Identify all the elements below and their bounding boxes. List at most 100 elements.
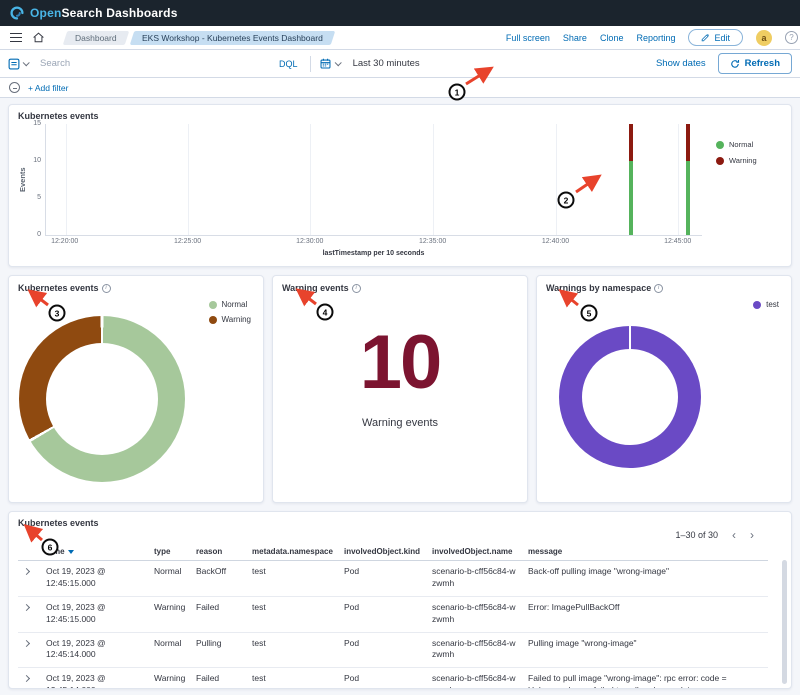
legend-item-test[interactable]: test <box>753 300 779 309</box>
home-icon[interactable] <box>32 31 45 44</box>
nav-link-full-screen[interactable]: Full screen <box>506 33 550 43</box>
chevron-down-icon <box>23 59 30 66</box>
filter-options-icon[interactable] <box>9 82 20 93</box>
cell-time: Oct 19, 2023 @ 12:45:14.000 <box>40 668 148 689</box>
panel-kubernetes-events-donut: Kubernetes events i NormalWarning <box>8 275 264 503</box>
query-language-button[interactable]: DQL <box>267 59 310 69</box>
pagination-prev-icon[interactable]: ‹ <box>732 529 736 541</box>
table-row: Oct 19, 2023 @ 12:45:14.000NormalPulling… <box>18 632 768 668</box>
column-header-metadata-namespace[interactable]: metadata.namespace <box>246 544 338 561</box>
avatar[interactable]: a <box>756 30 772 46</box>
cell-reason: BackOff <box>190 561 246 597</box>
nav-bar: Dashboard EKS Workshop - Kubernetes Even… <box>0 26 800 50</box>
cell-time: Oct 19, 2023 @ 12:45:14.000 <box>40 632 148 668</box>
add-filter-button[interactable]: + Add filter <box>28 83 68 93</box>
column-header-type[interactable]: type <box>148 544 190 561</box>
cell-namespace: test <box>246 668 338 689</box>
y-axis-tick-label: 5 <box>37 194 41 201</box>
info-icon[interactable]: i <box>102 284 111 293</box>
cell-name: scenario-b-cff56c84-wzwmh <box>426 632 522 668</box>
events-donut-chart[interactable] <box>19 316 185 482</box>
expand-row-icon[interactable] <box>23 675 30 682</box>
time-range-value[interactable]: Last 30 minutes <box>353 58 420 69</box>
cell-name: scenario-b-cff56c84-wzwmh <box>426 668 522 689</box>
table-row: Oct 19, 2023 @ 12:45:15.000WarningFailed… <box>18 596 768 632</box>
column-header-message[interactable]: message <box>522 544 768 561</box>
x-axis-tick-label: 12:20:00 <box>51 238 78 245</box>
x-axis-ticks: 12:20:0012:25:0012:30:0012:35:0012:40:00… <box>45 238 702 249</box>
namespace-donut-legend: test <box>753 300 779 309</box>
pagination: 1–30 of 30 ‹ › <box>18 529 754 541</box>
stacked-bar[interactable] <box>686 124 690 235</box>
query-bar: Search DQL Last 30 minutes Show dates Re… <box>0 50 800 78</box>
cell-reason: Failed <box>190 596 246 632</box>
saved-query-icon <box>8 58 20 70</box>
legend-item-normal[interactable]: Normal <box>716 140 782 149</box>
search-input[interactable]: Search <box>40 58 70 69</box>
breadcrumb-current-dashboard[interactable]: EKS Workshop - Kubernetes Events Dashboa… <box>129 31 334 45</box>
table-header-row: Timetypereasonmetadata.namespaceinvolved… <box>18 544 768 561</box>
legend-item-normal[interactable]: Normal <box>209 300 252 309</box>
panel-warning-events-metric: Warning events i 10 Warning events <box>272 275 528 503</box>
x-axis-tick-label: 12:25:00 <box>174 238 201 245</box>
cell-namespace: test <box>246 632 338 668</box>
edit-button[interactable]: Edit <box>688 29 743 46</box>
legend-dot <box>753 301 761 309</box>
x-axis-tick-label: 12:45:00 <box>664 238 691 245</box>
panel-title: Warning events <box>282 283 349 293</box>
x-axis-tick-label: 12:35:00 <box>419 238 446 245</box>
timeline-legend: Normal Warning <box>702 124 782 257</box>
legend-item-warning[interactable]: Warning <box>209 315 252 324</box>
column-header-involvedobject-name[interactable]: involvedObject.name <box>426 544 522 561</box>
refresh-icon <box>730 59 740 69</box>
expand-row-icon[interactable] <box>23 568 30 575</box>
cell-kind: Pod <box>338 561 426 597</box>
pagination-next-icon[interactable]: › <box>750 529 754 541</box>
panel-title: Kubernetes events <box>18 111 99 121</box>
filter-bar: + Add filter <box>0 78 800 98</box>
legend-label: Normal <box>222 300 248 309</box>
info-icon[interactable]: i <box>352 284 361 293</box>
expand-row-icon[interactable] <box>23 604 30 611</box>
nav-link-clone[interactable]: Clone <box>600 33 624 43</box>
refresh-button[interactable]: Refresh <box>718 53 792 74</box>
gridline <box>433 124 434 235</box>
bar-segment-normal <box>629 161 633 235</box>
panel-warnings-by-namespace: Warnings by namespace i test <box>536 275 792 503</box>
cell-reason: Pulling <box>190 632 246 668</box>
column-header-time[interactable]: Time <box>40 544 148 561</box>
table-scrollbar[interactable] <box>782 560 787 684</box>
cell-namespace: test <box>246 596 338 632</box>
metric-value: 10 <box>360 325 441 401</box>
namespace-donut-chart[interactable] <box>559 326 701 468</box>
help-icon[interactable]: ? <box>785 31 798 44</box>
calendar-icon <box>320 58 331 69</box>
gridline <box>66 124 67 235</box>
nav-link-reporting[interactable]: Reporting <box>636 33 675 43</box>
nav-link-share[interactable]: Share <box>563 33 587 43</box>
cell-message: Error: ImagePullBackOff <box>522 596 768 632</box>
breadcrumb-dashboard[interactable]: Dashboard <box>63 31 129 45</box>
table-row: Oct 19, 2023 @ 12:45:14.000WarningFailed… <box>18 668 768 689</box>
app-header: OpenSearch Dashboards <box>0 0 800 26</box>
cell-kind: Pod <box>338 632 426 668</box>
column-header-reason[interactable]: reason <box>190 544 246 561</box>
date-picker-button[interactable] <box>311 58 349 69</box>
saved-query-menu[interactable] <box>8 58 28 70</box>
menu-icon[interactable] <box>10 33 22 43</box>
stacked-bar[interactable] <box>629 124 633 235</box>
timeline-plot-area[interactable]: 051015 <box>45 124 702 236</box>
legend-label: Warning <box>222 315 252 324</box>
bar-segment-warning <box>629 124 633 161</box>
cell-name: scenario-b-cff56c84-wzwmh <box>426 596 522 632</box>
expand-row-icon[interactable] <box>23 640 30 647</box>
gridline <box>678 124 679 235</box>
events-table: Timetypereasonmetadata.namespaceinvolved… <box>18 544 768 689</box>
info-icon[interactable]: i <box>654 284 663 293</box>
legend-item-warning[interactable]: Warning <box>716 156 782 165</box>
bar-segment-normal <box>686 161 690 235</box>
pencil-icon <box>701 33 710 42</box>
show-dates-button[interactable]: Show dates <box>656 58 706 69</box>
column-header-involvedobject-kind[interactable]: involvedObject.kind <box>338 544 426 561</box>
legend-dot <box>716 141 724 149</box>
